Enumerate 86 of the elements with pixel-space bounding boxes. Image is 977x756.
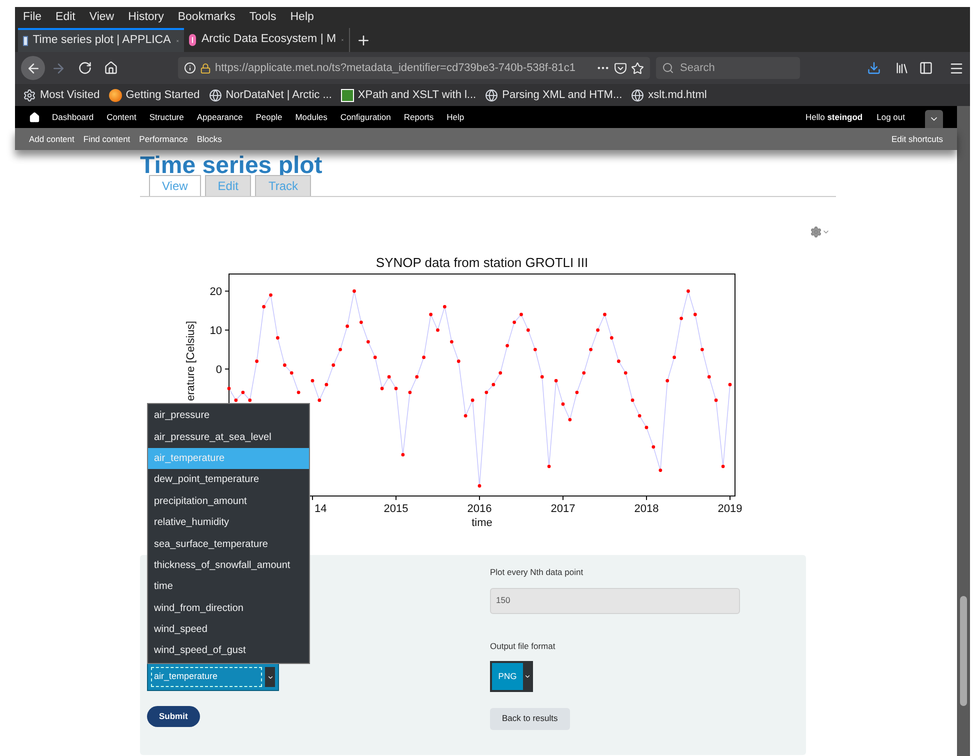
format-select[interactable]: PNG [490,660,533,692]
search-field[interactable]: Search [656,57,800,79]
back-button[interactable] [21,56,45,80]
download-icon[interactable] [867,61,881,75]
dropdown-option[interactable]: air_pressure [148,405,309,426]
admin-menu-link[interactable]: People [256,110,282,124]
admin-menu-link[interactable]: Help [446,110,464,124]
field-label: Output file format [490,640,556,652]
reload-icon[interactable] [78,61,92,75]
dropdown-option[interactable]: precipitation_amount [148,490,309,512]
tab-title: Time series plot | APPLICA [32,33,171,48]
caret-icon [524,672,531,680]
tab-title: Arctic Data Ecosystem | M [201,32,336,48]
shortcut-link[interactable]: Find content [83,132,130,146]
scrollbar[interactable] [957,106,970,756]
settings-icon[interactable] [810,226,830,238]
shortcut-link[interactable]: Performance [139,132,188,146]
bookmark[interactable]: Parsing XML and HTM... [485,86,622,104]
variable-select[interactable]: air_temperature [147,663,279,691]
bookmark[interactable]: XPath and XSLT with l... [340,86,476,104]
dropdown-option[interactable]: sea_surface_temperature [148,533,309,555]
edit-shortcuts-link[interactable]: Edit shortcuts [892,132,943,146]
dropdown-option[interactable]: wind_speed_of_gust [148,640,309,662]
dropdown-option[interactable]: air_pressure_at_sea_level [148,426,309,448]
menu-item[interactable]: Help [290,8,314,26]
menu-item[interactable]: Bookmarks [178,8,236,26]
input-field[interactable]: 150 [490,588,740,614]
field-label: Plot every Nth data point [490,566,584,579]
library-icon[interactable] [895,61,909,75]
chart-favicon-icon [23,36,28,46]
shortcut-link[interactable]: Blocks [196,132,222,146]
globe-icon [208,88,222,102]
menu-item[interactable]: View [89,8,114,26]
globe-icon [485,88,498,102]
log-out-link[interactable]: Log out [876,110,905,124]
browser-tab[interactable]: Time series plot | APPLICA [18,28,184,52]
y-tick-label: 0 [216,364,222,376]
dropdown-option[interactable]: dew_point_temperature [148,469,309,491]
toggle-button[interactable] [925,110,943,128]
new-tab-icon[interactable] [356,32,371,48]
x-tick-label: 2017 [550,503,576,515]
y-tick-label: 20 [210,286,222,298]
menu-item[interactable]: Tools [249,8,276,26]
y-axis-label: erature [Celsius] [185,320,197,401]
admin-menu-link[interactable]: Reports [404,110,434,124]
ring-favicon-icon [189,34,196,46]
x-axis-label: time [472,517,492,529]
x-tick-label: 2015 [384,503,408,515]
greeting-text: Hello steingod [805,110,863,124]
bookmark[interactable]: NorDataNet | Arctic ... [208,86,332,104]
back-to-results-button[interactable]: Back to results [490,708,570,730]
dropdown-option[interactable]: wind_from_direction [148,598,309,619]
bookmark[interactable]: xslt.md.html [631,86,707,104]
x-tick-label: 14 [314,503,327,515]
menu-item[interactable]: History [128,8,164,26]
x-tick-label: 2018 [634,503,659,515]
search-icon [662,62,674,74]
sidebar-icon[interactable] [919,61,933,75]
shortcut-link[interactable]: Add content [29,132,74,146]
admin-menu-link[interactable]: Modules [295,110,328,124]
gear-icon [23,88,36,102]
admin-menu-link[interactable]: Configuration [340,110,391,124]
dropdown-option[interactable]: wind_speed [148,618,309,640]
menu-item[interactable]: Edit [56,8,76,26]
bookmark[interactable]: Getting Started [108,86,200,104]
admin-menu-link[interactable]: Dashboard [52,110,94,124]
x-square-icon [340,88,354,102]
dropdown-option[interactable]: relative_humidity [148,512,309,534]
caret-icon [266,674,274,680]
x-tick-label: 2016 [467,503,492,515]
home-icon[interactable] [104,61,118,75]
menu-icon[interactable] [949,60,964,76]
bookmark[interactable]: Most Visited [23,86,100,104]
menu-item[interactable]: File [23,8,42,26]
dropdown-option[interactable]: time [148,576,309,598]
submit-button[interactable]: Submit [147,706,200,727]
chart-title: SYNOP data from station GROTLI III [376,255,588,270]
admin-menu-link[interactable]: Content [106,110,136,124]
dropdown-option[interactable]: thickness_of_snowfall_amount [148,554,309,576]
admin-menu-link[interactable]: Appearance [196,110,243,124]
y-tick-label: 10 [210,325,222,338]
admin-menu-link[interactable]: Structure [149,110,184,124]
x-tick-label: 2019 [718,503,742,515]
fox-logo-icon [108,88,122,102]
address-bar[interactable]: https://applicate.met.no/ts?metadata_identifier=cd739be3-740b-538f-81c1 [178,57,650,79]
globe-icon [631,88,644,102]
